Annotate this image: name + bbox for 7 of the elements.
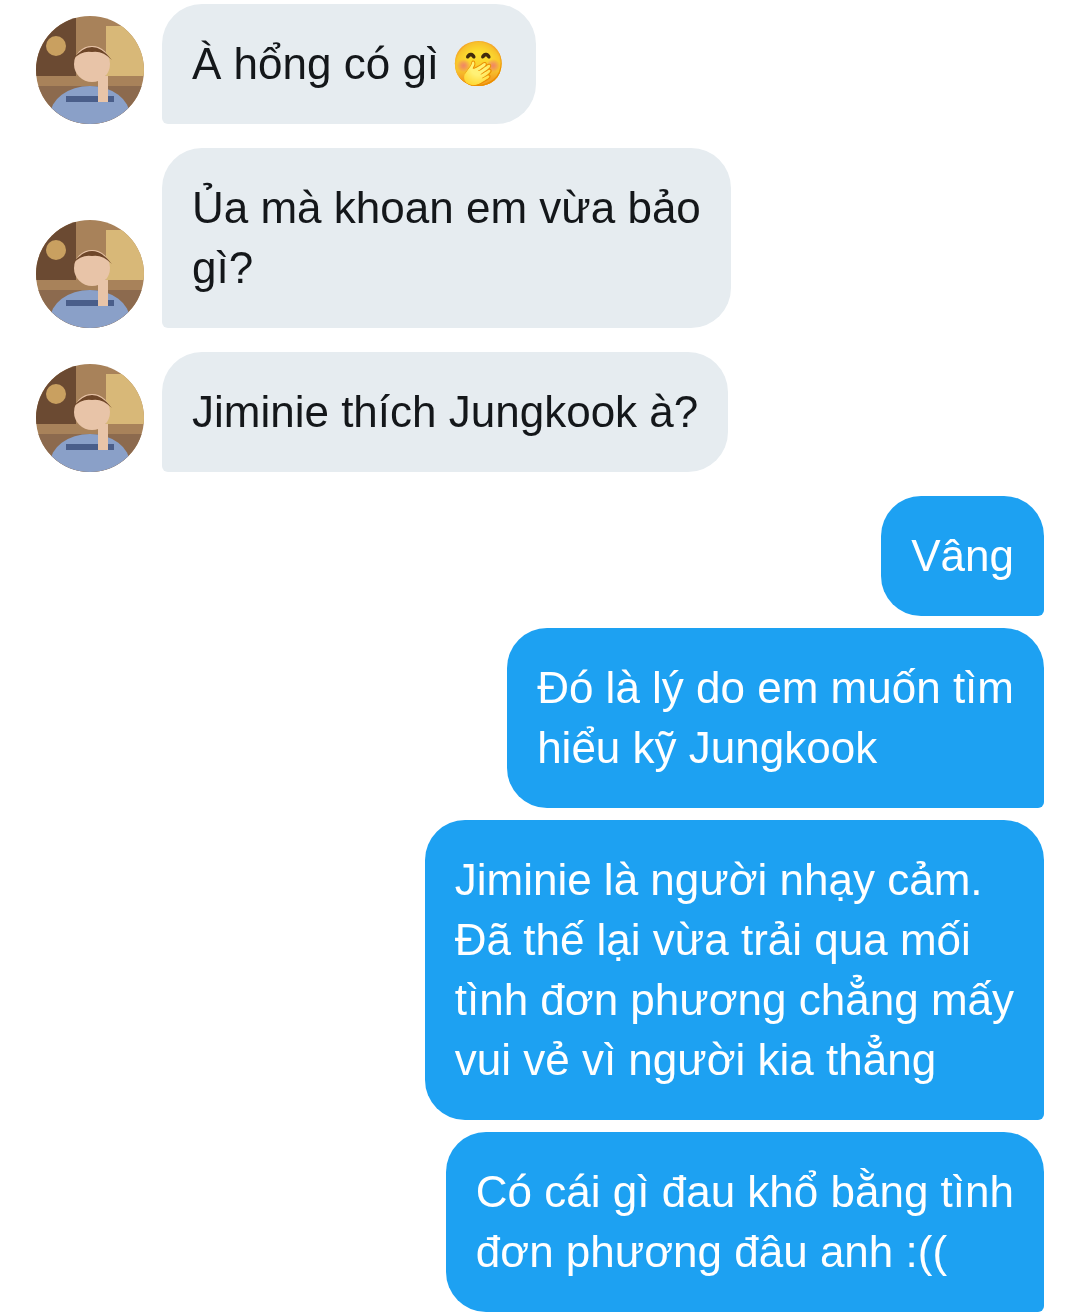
message-bubble: Có cái gì đau khổ bằng tình đơn phương đâu anh :((	[445, 1132, 1044, 1312]
message-bubble: Vâng	[881, 496, 1044, 616]
message-bubble: Jiminie thích Jungkook à?	[162, 352, 729, 472]
message-bubble: Jiminie là người nhạy cảm. Đã thế lại vừa trải qua mối tình đơn phương chẳng mấy vui vẻ vì người kia thẳng	[424, 820, 1044, 1120]
message-bubble: À hổng có gì 🤭	[162, 4, 537, 124]
message-bubble: Ủa mà khoan em vừa bảo gì?	[162, 148, 731, 328]
message-bubble: Đó là lý do em muốn tìm hiểu kỹ Jungkook	[507, 628, 1044, 808]
